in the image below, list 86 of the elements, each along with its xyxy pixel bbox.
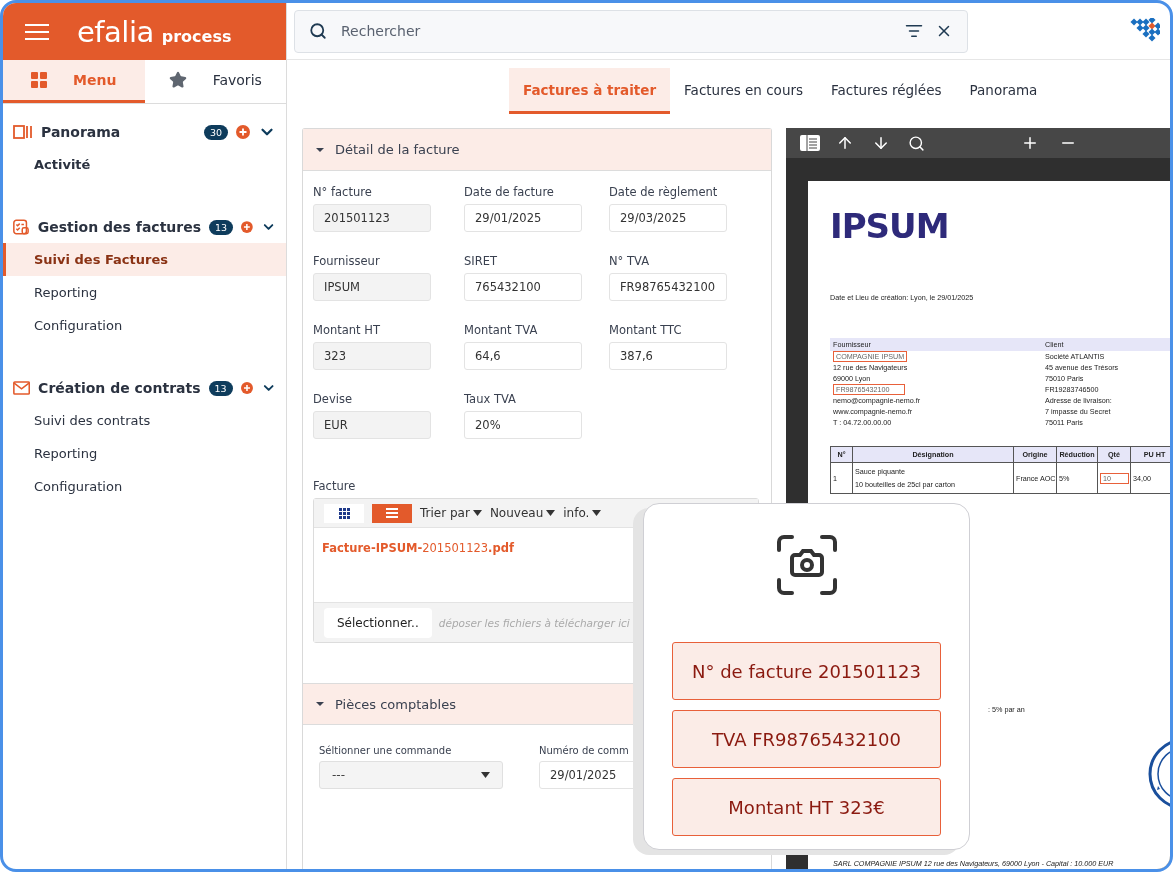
section-header[interactable]: Détail de la facture [303, 129, 771, 171]
zoom-in-icon[interactable] [1021, 134, 1039, 152]
previous-page-icon[interactable] [836, 134, 854, 152]
sidebar-toggle-icon[interactable] [800, 135, 820, 151]
select-field[interactable]: --- [319, 761, 503, 789]
section-title[interactable]: Création de contrats [38, 380, 201, 396]
view-toggle[interactable] [324, 503, 364, 523]
field-label: Numéro de comm [539, 745, 630, 756]
field-label: N° facture [313, 185, 373, 199]
add-icon[interactable] [236, 125, 250, 139]
product-name: process [161, 26, 232, 46]
sidebar-item[interactable]: Suivi des Factures [3, 243, 286, 276]
view-toggle[interactable] [372, 503, 412, 523]
extracted-value-button[interactable]: TVA FR98765432100 [672, 710, 941, 768]
count-badge: 13 [208, 380, 233, 396]
text-field[interactable]: 64,6 [464, 342, 582, 370]
text-field[interactable]: 29/01/2025 [464, 204, 582, 232]
section-title: Pièces comptables [335, 696, 456, 712]
search-bar[interactable]: Rechercher [294, 9, 968, 53]
field-label: Fournisseur [313, 254, 381, 268]
field-label: Séltionner une commande [319, 745, 453, 756]
star-icon [168, 71, 187, 89]
field-label: Date de règlement [609, 185, 719, 199]
field-label: Taux TVA [464, 392, 517, 406]
field-label: Date de facture [464, 185, 555, 199]
caret-down-icon [481, 772, 490, 778]
caret-down-icon [315, 699, 325, 709]
count-badge: 30 [203, 124, 228, 140]
field-label: Facture [313, 479, 357, 493]
menu-icon[interactable] [25, 22, 49, 41]
tab[interactable]: Factures réglées [817, 68, 956, 114]
drop-hint: déposer les fichiers à télécharger ici [438, 616, 630, 629]
text-field[interactable]: 323 [313, 342, 431, 370]
text-field[interactable]: FR98765432100 [609, 273, 727, 301]
grid-icon [31, 72, 48, 88]
text-field[interactable]: EUR [313, 411, 431, 439]
brand-name: efalia [77, 14, 154, 49]
field-label: Devise [313, 392, 353, 406]
extracted-value-button[interactable]: Montant HT 323€ [672, 778, 941, 836]
caret-down-icon [472, 510, 482, 516]
envelope-icon [13, 379, 31, 397]
dropdown-menu[interactable]: Trier par [420, 506, 482, 520]
select-files-button[interactable]: Sélectionner.. [324, 607, 432, 638]
text-field[interactable]: 201501123 [313, 204, 431, 232]
dropdown-menu[interactable]: Nouveau [489, 506, 556, 520]
text-field[interactable]: 765432100 [464, 273, 582, 301]
field-label: Montant TTC [609, 323, 683, 337]
grid-view-icon [338, 507, 350, 519]
text-field[interactable]: 387,6 [609, 342, 727, 370]
tab[interactable]: Panorama [955, 68, 1052, 114]
add-icon[interactable] [241, 220, 253, 234]
section-title[interactable]: Gestion des factures [37, 219, 202, 235]
field-label: SIRET [464, 254, 498, 268]
caret-down-icon [546, 510, 556, 516]
search-icon[interactable] [908, 134, 925, 152]
sidebar-item[interactable]: Reporting [3, 276, 286, 309]
next-page-icon[interactable] [872, 134, 890, 152]
sidebar-item[interactable]: Reporting [3, 437, 286, 470]
panel-icon [13, 123, 33, 141]
sidebar-item[interactable]: Activité [3, 148, 286, 181]
sidebar-item[interactable]: Suivi des contrats [3, 404, 286, 437]
extracted-value-button[interactable]: N° de facture 201501123 [672, 642, 941, 700]
field-label: N° TVA [609, 254, 651, 268]
text-field[interactable]: 20% [464, 411, 582, 439]
search-icon [309, 22, 327, 40]
tab[interactable]: Factures en cours [670, 68, 818, 114]
file-link[interactable]: Facture-IPSUM-201501123.pdf [322, 541, 514, 555]
section-title: Détail de la facture [335, 142, 460, 157]
sidebar-item[interactable]: Configuration [3, 470, 286, 503]
caret-down-icon [592, 510, 602, 516]
list-view-icon [386, 508, 398, 518]
document-logo: IPSUM [830, 209, 950, 243]
field-label: Montant HT [313, 323, 381, 337]
filter-icon[interactable] [905, 22, 923, 40]
add-icon[interactable] [240, 381, 253, 395]
dropdown-menu[interactable]: info. [563, 506, 602, 520]
field-label: Montant TVA [464, 323, 539, 337]
count-badge: 13 [209, 219, 234, 235]
logo-icon [1130, 18, 1160, 44]
sidebar-item[interactable]: Configuration [3, 309, 286, 342]
camera-scan-icon [775, 534, 838, 596]
text-field[interactable]: 29/03/2025 [609, 204, 727, 232]
text-field[interactable]: IPSUM [313, 273, 431, 301]
search-field[interactable]: Rechercher [339, 22, 893, 40]
section-title[interactable]: Panorama [41, 124, 196, 140]
checklist-icon [13, 218, 30, 236]
